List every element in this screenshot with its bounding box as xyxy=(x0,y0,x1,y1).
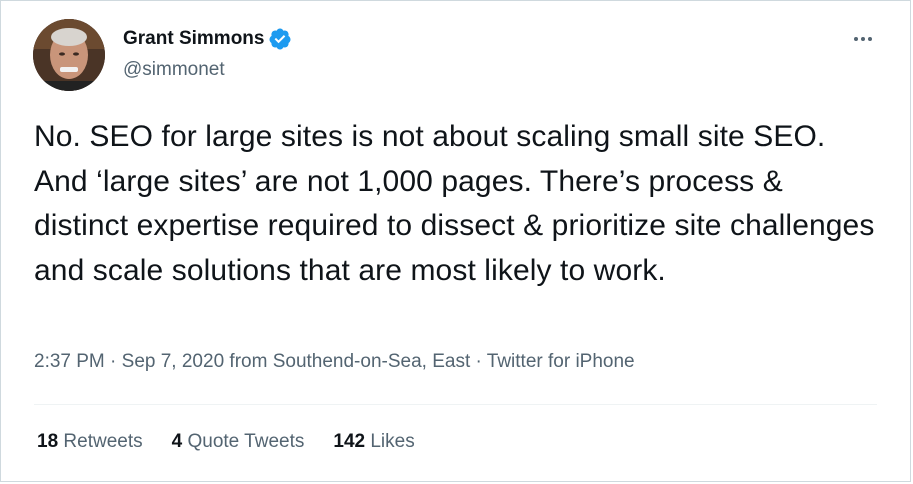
likes-label: Likes xyxy=(370,431,415,452)
likes-stat[interactable]: 142 Likes xyxy=(333,431,414,453)
more-dots-icon[interactable] xyxy=(848,29,878,49)
tweet-stats: 18 Retweets 4 Quote Tweets 142 Likes xyxy=(37,431,415,453)
avatar-image xyxy=(33,19,105,91)
dot xyxy=(854,37,858,41)
quote-tweets-count: 4 xyxy=(171,431,183,452)
meta-separator: · xyxy=(110,351,117,372)
divider xyxy=(34,404,877,405)
likes-count: 142 xyxy=(333,431,366,452)
avatar[interactable] xyxy=(33,19,105,91)
from-prefix: from xyxy=(229,351,268,372)
meta-separator: · xyxy=(475,351,482,372)
retweets-count: 18 xyxy=(37,431,59,452)
retweets-stat[interactable]: 18 Retweets xyxy=(37,431,143,453)
author-name-row[interactable]: Grant Simmons xyxy=(123,27,292,51)
quote-tweets-label: Quote Tweets xyxy=(187,431,305,452)
tweet-meta: 2:37 PM · Sep 7, 2020 from Southend-on-S… xyxy=(34,351,635,373)
tweet-time-link[interactable]: 2:37 PM · Sep 7, 2020 xyxy=(34,351,224,372)
quote-tweets-stat[interactable]: 4 Quote Tweets xyxy=(172,431,305,453)
retweets-label: Retweets xyxy=(63,431,143,452)
tweet-time: 2:37 PM xyxy=(34,351,105,372)
tweet-location-link[interactable]: Southend-on-Sea, East xyxy=(273,351,471,372)
tweet-card: Grant Simmons @simmonet No. SEO for larg… xyxy=(0,0,911,482)
verified-badge-icon xyxy=(268,27,292,51)
author-display-name[interactable]: Grant Simmons xyxy=(123,28,264,50)
tweet-text: No. SEO for large sites is not about sca… xyxy=(34,120,875,287)
dot xyxy=(861,37,865,41)
tweet-source-link[interactable]: Twitter for iPhone xyxy=(487,351,635,372)
dot xyxy=(868,37,872,41)
tweet-date: Sep 7, 2020 xyxy=(121,351,225,372)
author-handle[interactable]: @simmonet xyxy=(123,59,225,81)
